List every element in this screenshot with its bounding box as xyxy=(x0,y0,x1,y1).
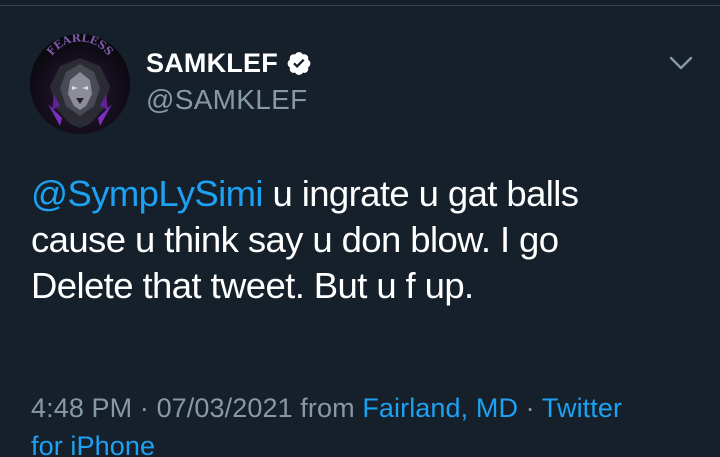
meta-separator: · xyxy=(132,393,157,423)
mention-link[interactable]: @SympLySimi xyxy=(31,173,264,214)
tweet-meta: 4:48 PM · 07/03/2021 from Fairland, MD ·… xyxy=(31,389,701,457)
chevron-down-icon[interactable] xyxy=(666,50,696,76)
source-link-line-1: Twitter xyxy=(541,393,623,423)
avatar[interactable]: FEARLESS xyxy=(30,34,130,134)
verified-badge-icon xyxy=(287,52,311,75)
tweet-text-line-1: @SympLySimi u ingrate u gat balls xyxy=(31,171,691,217)
author-handle[interactable]: @SAMKLEF xyxy=(146,84,312,116)
tweet-text-line-3: Delete that tweet. But u f up. xyxy=(31,265,474,306)
meta-separator-2: · xyxy=(518,393,542,423)
tweet-text-line-2: cause u think say u don blow. I go xyxy=(31,219,559,260)
tweet-detail: FEARLESS SAMKLEF @SAMKLEF @SympLySimi u … xyxy=(0,6,720,457)
tweet-text-line-1-rest: u ingrate u gat balls xyxy=(262,173,579,214)
from-word: from xyxy=(292,393,363,423)
lion-avatar-image: FEARLESS xyxy=(30,34,130,134)
tweet-time[interactable]: 4:48 PM xyxy=(31,393,132,423)
tweet-date[interactable]: 07/03/2021 xyxy=(157,393,293,423)
name-row: SAMKLEF xyxy=(146,46,312,80)
display-name[interactable]: SAMKLEF xyxy=(146,48,278,79)
tweet-text: @SympLySimi u ingrate u gat balls cause … xyxy=(31,171,691,309)
author-block[interactable]: SAMKLEF @SAMKLEF xyxy=(146,46,312,116)
source-link-line-2: for iPhone xyxy=(31,431,156,457)
location-link[interactable]: Fairland, MD xyxy=(362,393,518,423)
